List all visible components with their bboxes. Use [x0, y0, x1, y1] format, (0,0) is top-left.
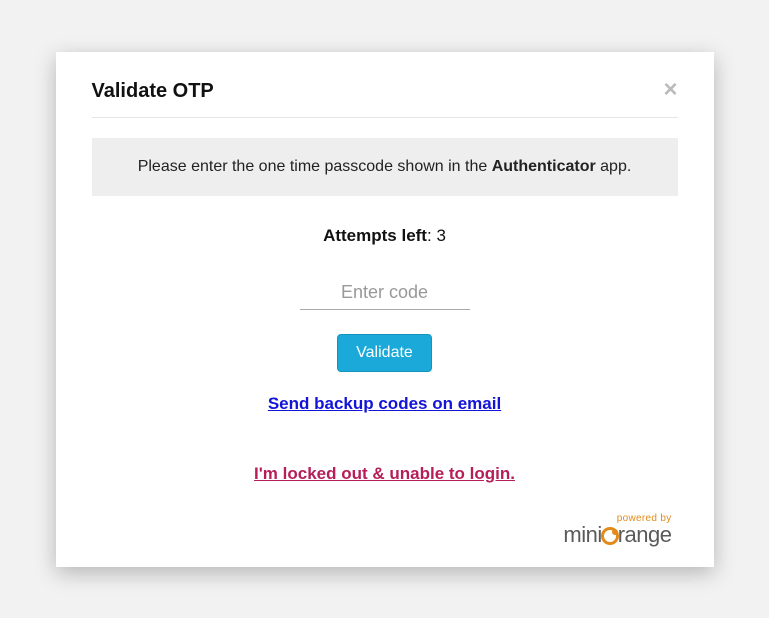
otp-code-input[interactable] — [300, 276, 470, 310]
validate-button[interactable]: Validate — [337, 334, 432, 372]
orange-circle-icon — [601, 527, 619, 545]
powered-by-wrap: powered by minirange — [92, 514, 678, 547]
attempts-remaining: Attempts left: 3 — [92, 226, 678, 246]
locked-out-link[interactable]: I'm locked out & unable to login. — [254, 464, 515, 483]
attempts-value: 3 — [436, 226, 445, 245]
backup-link-wrap: Send backup codes on email — [92, 394, 678, 414]
locked-out-link-wrap: I'm locked out & unable to login. — [92, 464, 678, 484]
modal-header: Validate OTP × — [92, 80, 678, 118]
instruction-suffix: app. — [596, 158, 632, 175]
brand-range: range — [618, 522, 672, 547]
code-input-wrap — [92, 276, 678, 310]
instruction-prefix: Please enter the one time passcode shown… — [138, 158, 492, 175]
close-icon[interactable]: × — [663, 80, 677, 100]
instruction-bold: Authenticator — [492, 158, 596, 175]
instruction-banner: Please enter the one time passcode shown… — [92, 138, 678, 196]
miniorange-logo: mini range — [563, 524, 671, 546]
brand-mini: mini — [563, 522, 601, 547]
modal-title: Validate OTP — [92, 80, 214, 103]
attempts-label: Attempts left — [323, 226, 427, 245]
send-backup-codes-link[interactable]: Send backup codes on email — [268, 394, 501, 413]
otp-validation-modal: Validate OTP × Please enter the one time… — [56, 52, 714, 567]
validate-button-wrap: Validate — [92, 334, 678, 372]
powered-by-badge: powered by minirange — [563, 514, 671, 546]
